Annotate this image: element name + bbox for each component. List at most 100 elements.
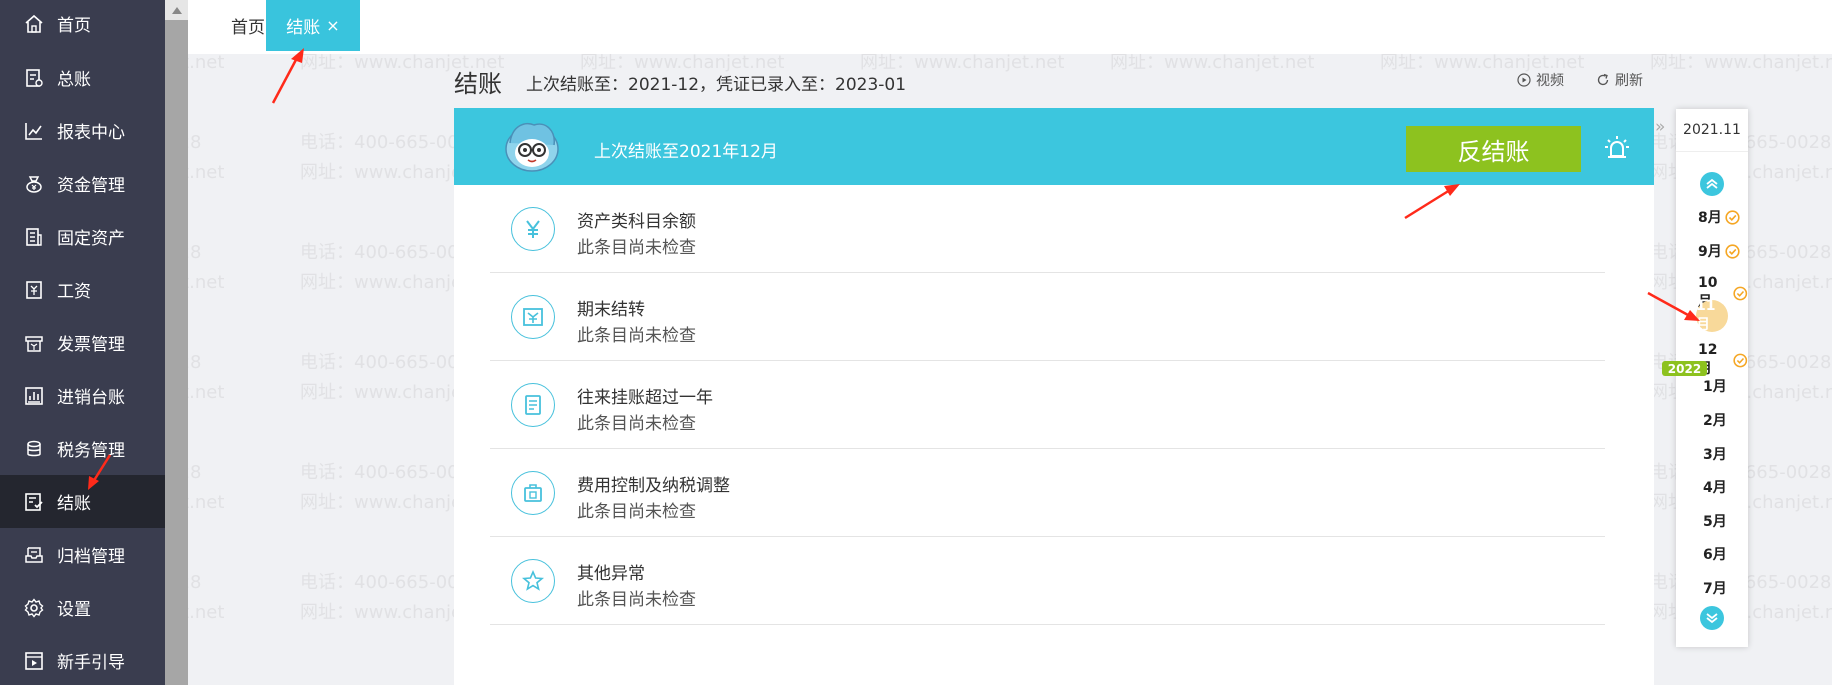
sidebar-item-label: 新手引导 [57,653,125,673]
month-item[interactable]: 8月 [1698,207,1740,227]
refresh-link[interactable]: 刷新 [1596,70,1643,90]
sidebar-item-label: 进销台账 [57,388,125,408]
tab-bar: 首页 结账 × [188,0,1832,54]
sidebar-item-closing[interactable]: 结账 [0,475,165,528]
refresh-icon [1597,73,1609,86]
period-timeline: 2021.11 8月 9月 10月 11月 12月 1月 2月 3月 4月 5月… [1676,109,1748,647]
guide-icon [23,650,45,672]
check-item-status: 此条目尚未检查 [577,590,696,610]
month-item[interactable]: 1月 [1703,376,1727,396]
reverse-closing-button[interactable]: 反结账 [1406,126,1581,172]
gear-icon [23,597,45,619]
expense-icon [511,471,555,515]
double-chevron-right-icon[interactable]: » [1655,117,1665,137]
check-item-title: 资产类科目余额 [577,212,696,232]
chevron-down-icon[interactable] [1700,606,1724,630]
check-circle-icon [1733,353,1748,367]
month-item[interactable]: 2月 [1703,410,1727,430]
check-item-status: 此条目尚未检查 [577,414,696,434]
tab-closing-label: 结账 [286,18,321,38]
check-item-asset-balance[interactable]: 资产类科目余额 此条目尚未检查 [490,185,1605,273]
salary-icon [23,279,45,301]
month-item[interactable]: 6月 [1703,544,1727,564]
sidebar-scrollbar[interactable] [165,0,188,685]
sidebar-item-label: 首页 [57,16,91,36]
sidebar-item-reports[interactable]: 报表中心 [0,104,165,157]
inventory-icon [23,385,45,407]
check-item-status: 此条目尚未检查 [577,238,696,258]
closing-status-text: 上次结账至：2021-12，凭证已录入至：2023-01 [526,75,907,95]
carryover-icon [511,295,555,339]
current-period: 2021.11 [1676,109,1748,152]
triangle-up-icon [171,6,182,14]
check-circle-icon [1733,286,1748,300]
sidebar-item-salary[interactable]: 工资 [0,263,165,316]
sidebar-item-label: 设置 [57,600,91,620]
month-label: 9月 [1698,244,1722,260]
sidebar-item-tax[interactable]: 税务管理 [0,422,165,475]
video-label: 视频 [1536,73,1564,89]
sidebar-item-label: 工资 [57,282,91,302]
closing-banner: 上次结账至2021年12月 反结账 [454,108,1654,185]
sidebar-item-label: 发票管理 [57,335,125,355]
month-item[interactable]: 7月 [1703,578,1727,598]
star-icon [511,559,555,603]
scroll-up-button[interactable] [165,0,188,20]
sidebar-item-inventory[interactable]: 进销台账 [0,369,165,422]
video-link[interactable]: 视频 [1517,70,1564,90]
invoice-icon [23,332,45,354]
check-item-period-carryover[interactable]: 期末结转 此条目尚未检查 [490,273,1605,361]
ledger-icon [23,67,45,89]
year-badge: 2022 [1662,361,1707,376]
money-bag-icon [23,173,45,195]
document-icon [511,383,555,427]
check-item-status: 此条目尚未检查 [577,502,696,522]
play-icon [1517,73,1531,87]
check-item-status: 此条目尚未检查 [577,326,696,346]
page-title: 结账 [454,70,502,98]
sidebar: 首页 总账 报表中心 资金管理 固定资产 工资 发票管理 进销台账 税务管理 结… [0,0,165,685]
sidebar-item-label: 资金管理 [57,176,125,196]
sidebar-item-home[interactable]: 首页 [0,0,165,50]
month-item[interactable]: 3月 [1703,444,1727,464]
tab-closing[interactable]: 结账 × [266,0,360,51]
sidebar-item-archive[interactable]: 归档管理 [0,528,165,581]
month-item[interactable]: 5月 [1703,511,1727,531]
check-item-title: 其他异常 [577,564,645,584]
home-icon [23,13,45,35]
month-item[interactable]: 4月 [1703,477,1727,497]
closing-icon [23,491,45,513]
check-item-title: 费用控制及纳税调整 [577,476,730,496]
chevron-up-icon[interactable] [1700,172,1724,196]
sidebar-item-invoice[interactable]: 发票管理 [0,316,165,369]
month-item-active[interactable]: 11月 [1696,298,1728,333]
check-item-title: 期末结转 [577,300,645,320]
mascot-avatar-icon [505,122,559,172]
sidebar-item-ledger[interactable]: 总账 [0,51,165,104]
sidebar-item-settings[interactable]: 设置 [0,581,165,634]
chart-icon [23,120,45,142]
month-item[interactable]: 9月 [1698,241,1740,261]
sidebar-item-label: 固定资产 [57,229,125,249]
check-item-other-anomalies[interactable]: 其他异常 此条目尚未检查 [490,537,1605,625]
sidebar-item-label: 结账 [57,494,91,514]
sidebar-item-label: 总账 [57,70,91,90]
sidebar-item-label: 归档管理 [57,547,125,567]
sidebar-item-guide[interactable]: 新手引导 [0,634,165,685]
check-circle-icon [1725,243,1740,259]
tax-icon [23,438,45,460]
building-icon [23,226,45,248]
check-item-title: 往来挂账超过一年 [577,388,713,408]
month-label: 8月 [1698,210,1722,226]
banner-status-text: 上次结账至2021年12月 [594,142,778,162]
sidebar-item-label: 税务管理 [57,441,125,461]
check-item-expense-control[interactable]: 费用控制及纳税调整 此条目尚未检查 [490,449,1605,537]
check-item-overdue-accounts[interactable]: 往来挂账超过一年 此条目尚未检查 [490,361,1605,449]
annotation-arrow [271,48,304,104]
sidebar-item-label: 报表中心 [57,123,125,143]
sidebar-item-funds[interactable]: 资金管理 [0,157,165,210]
alarm-light-icon[interactable] [1604,134,1630,160]
yuan-icon [511,207,555,251]
sidebar-item-fixed-assets[interactable]: 固定资产 [0,210,165,263]
close-icon[interactable]: × [326,16,339,35]
